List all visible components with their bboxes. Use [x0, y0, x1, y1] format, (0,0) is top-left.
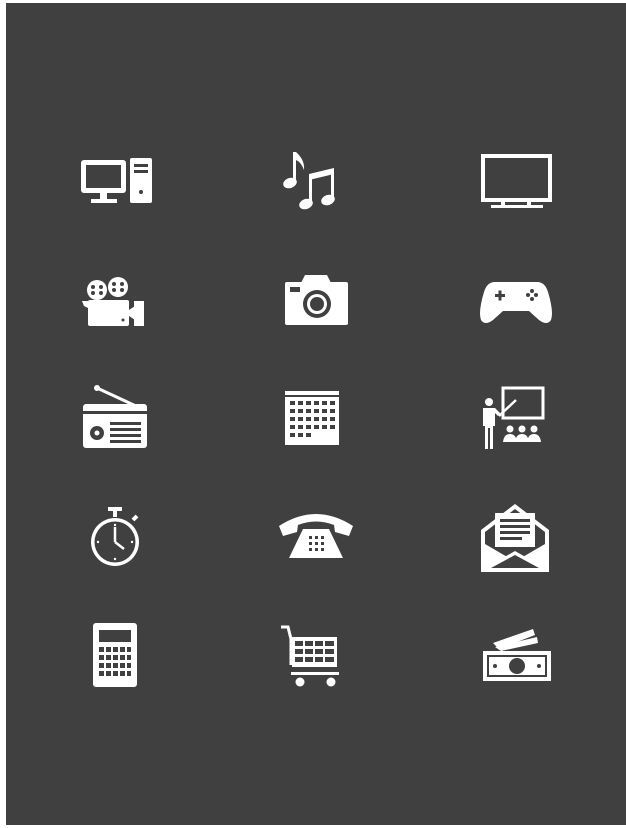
presentation-teacher-icon: [471, 376, 561, 466]
gamepad-icon: [471, 256, 561, 346]
television-icon: [471, 140, 561, 230]
cash-money-icon: [471, 615, 561, 705]
music-notes-icon: [271, 140, 361, 230]
desktop-computer-icon: [71, 140, 161, 230]
icon-panel: [6, 3, 626, 825]
calendar-icon: [271, 376, 361, 466]
telephone-icon: [271, 496, 361, 586]
shopping-cart-icon: [271, 615, 361, 705]
photo-camera-icon: [271, 256, 361, 346]
envelope-letter-icon: [471, 496, 561, 586]
calculator-icon: [71, 615, 161, 705]
film-camera-icon: [71, 256, 161, 346]
stopwatch-icon: [71, 496, 161, 586]
radio-icon: [71, 376, 161, 466]
